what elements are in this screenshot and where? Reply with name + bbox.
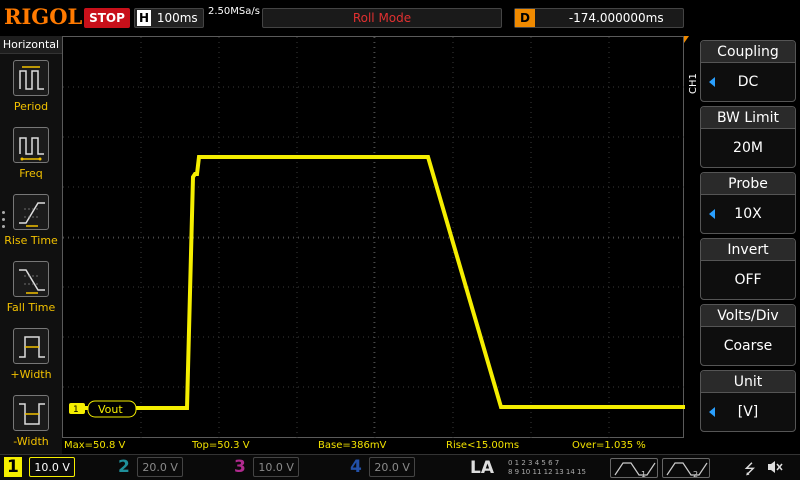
fall-time-icon xyxy=(13,261,49,297)
decoder-1-num: 1 xyxy=(641,470,646,479)
coupling-value: DC xyxy=(701,63,795,101)
measure-fall-time-button[interactable]: Fall Time xyxy=(0,257,62,324)
freq-label: Freq xyxy=(19,167,43,180)
la-label[interactable]: LA xyxy=(470,458,494,478)
fall-time-label: Fall Time xyxy=(6,301,56,314)
coupling-title: Coupling xyxy=(701,41,795,63)
decoder-wave-icon: 2 xyxy=(666,462,708,479)
invert-value: OFF xyxy=(734,272,762,288)
waveform-display[interactable]: 1 Vout xyxy=(62,36,685,439)
decoder-2[interactable]: 2 xyxy=(662,458,710,479)
menu-page-dots xyxy=(2,211,6,232)
ch1-trace xyxy=(85,155,685,410)
meas-rise: Rise<15.00ms xyxy=(446,440,520,451)
ch1-marker-label: Vout xyxy=(98,403,123,416)
usb-icon: ⭍ xyxy=(744,462,756,478)
measure-neg-width-button[interactable]: -Width xyxy=(0,391,62,458)
neg-width-label: -Width xyxy=(13,435,49,448)
measure-freq-button[interactable]: Freq xyxy=(0,123,62,190)
probe-title: Probe xyxy=(701,173,795,195)
knob-select-icon xyxy=(709,77,715,87)
acquisition-mode: Roll Mode xyxy=(262,8,502,28)
center-ticks xyxy=(63,37,685,439)
decoder-wave-icon: 1 xyxy=(614,462,656,479)
la-row-2: 8 9 10 11 12 13 14 15 xyxy=(508,468,586,476)
pos-width-label: +Width xyxy=(10,368,52,381)
decoder-2-num: 2 xyxy=(693,470,698,479)
invert-title: Invert xyxy=(701,239,795,261)
la-channel-grid: 0 1 2 3 4 5 6 7 8 9 10 11 12 13 14 15 xyxy=(508,459,604,477)
horizontal-label: H xyxy=(137,10,151,26)
meas-overshoot: Over=1.035 % xyxy=(572,440,646,451)
top-status-bar: RIGOL STOP H 100ms 2.50MSa/s Roll Mode D… xyxy=(0,0,800,43)
ch1-marker[interactable]: 1 Vout xyxy=(69,400,137,418)
measure-period-button[interactable]: Period xyxy=(0,56,62,123)
period-icon xyxy=(13,60,49,96)
measurement-bar: Max=50.8 V Top=50.3 V Base=386mV Rise<15… xyxy=(62,438,684,454)
ch3-status[interactable]: 3 10.0 V xyxy=(234,457,299,479)
ch3-scale: 10.0 V xyxy=(253,457,299,477)
measure-menu-title: Horizontal xyxy=(0,36,62,54)
measure-menu: Horizontal Period Freq Rise Time Fall Ti… xyxy=(0,36,62,454)
ch2-scale: 20.0 V xyxy=(137,457,183,477)
period-label: Period xyxy=(13,100,49,113)
ch1-status[interactable]: 1 10.0 V xyxy=(4,457,75,479)
run-stop-indicator[interactable]: STOP xyxy=(84,8,130,28)
channel-menu: Coupling DC BW Limit 20M Probe 10X Inver… xyxy=(700,40,796,432)
delay-label: D xyxy=(515,9,535,27)
measure-rise-time-button[interactable]: Rise Time xyxy=(0,190,62,257)
ch4-scale: 20.0 V xyxy=(369,457,415,477)
volts-div-value: Coarse xyxy=(723,338,773,354)
horizontal-timebase[interactable]: H 100ms xyxy=(134,8,204,28)
ch1-marker-num: 1 xyxy=(73,405,79,415)
measure-pos-width-button[interactable]: +Width xyxy=(0,324,62,391)
meas-base: Base=386mV xyxy=(318,440,387,451)
neg-width-icon xyxy=(13,395,49,431)
speaker-mute-icon[interactable] xyxy=(766,458,784,476)
la-row-1: 0 1 2 3 4 5 6 7 xyxy=(508,459,560,467)
decoder-1[interactable]: 1 xyxy=(610,458,658,479)
ch1-scale: 10.0 V xyxy=(29,457,75,477)
timebase-value: 100ms xyxy=(156,11,198,25)
rise-time-label: Rise Time xyxy=(4,234,58,247)
probe-softkey[interactable]: Probe 10X xyxy=(700,172,796,234)
knob-select-icon xyxy=(709,209,715,219)
ch4-status[interactable]: 4 20.0 V xyxy=(350,457,415,479)
bw-limit-softkey[interactable]: BW Limit 20M xyxy=(700,106,796,168)
unit-title: Unit xyxy=(701,371,795,393)
volts-div-softkey[interactable]: Volts/Div Coarse xyxy=(700,304,796,366)
sample-rate: 2.50MSa/s xyxy=(208,6,260,17)
ch4-number: 4 xyxy=(350,457,362,477)
freq-icon xyxy=(13,127,49,163)
pos-width-icon xyxy=(13,328,49,364)
volts-div-title: Volts/Div xyxy=(701,305,795,327)
delay-value: -174.000000ms xyxy=(568,11,664,25)
meas-max: Max=50.8 V xyxy=(64,440,126,451)
ch3-number: 3 xyxy=(234,457,246,477)
waveform-svg: 1 Vout xyxy=(63,37,685,439)
meas-top: Top=50.3 V xyxy=(192,440,250,451)
ch1-number: 1 xyxy=(4,457,22,477)
bw-limit-title: BW Limit xyxy=(701,107,795,129)
probe-value: 10X xyxy=(701,195,795,233)
coupling-softkey[interactable]: Coupling DC xyxy=(700,40,796,102)
unit-softkey[interactable]: Unit [V] xyxy=(700,370,796,432)
ch2-number: 2 xyxy=(118,457,130,477)
horizontal-delay[interactable]: D -174.000000ms xyxy=(514,8,684,28)
rigol-logo: RIGOL xyxy=(4,4,83,29)
unit-value: [V] xyxy=(701,393,795,431)
ch2-status[interactable]: 2 20.0 V xyxy=(118,457,183,479)
invert-softkey[interactable]: Invert OFF xyxy=(700,238,796,300)
bw-limit-value: 20M xyxy=(733,140,763,156)
knob-select-icon xyxy=(709,407,715,417)
channel-menu-tag: CH1 xyxy=(688,73,699,94)
rise-time-icon xyxy=(13,194,49,230)
channel-status-bar: 1 10.0 V 2 20.0 V 3 10.0 V 4 20.0 V LA 0… xyxy=(0,454,800,480)
